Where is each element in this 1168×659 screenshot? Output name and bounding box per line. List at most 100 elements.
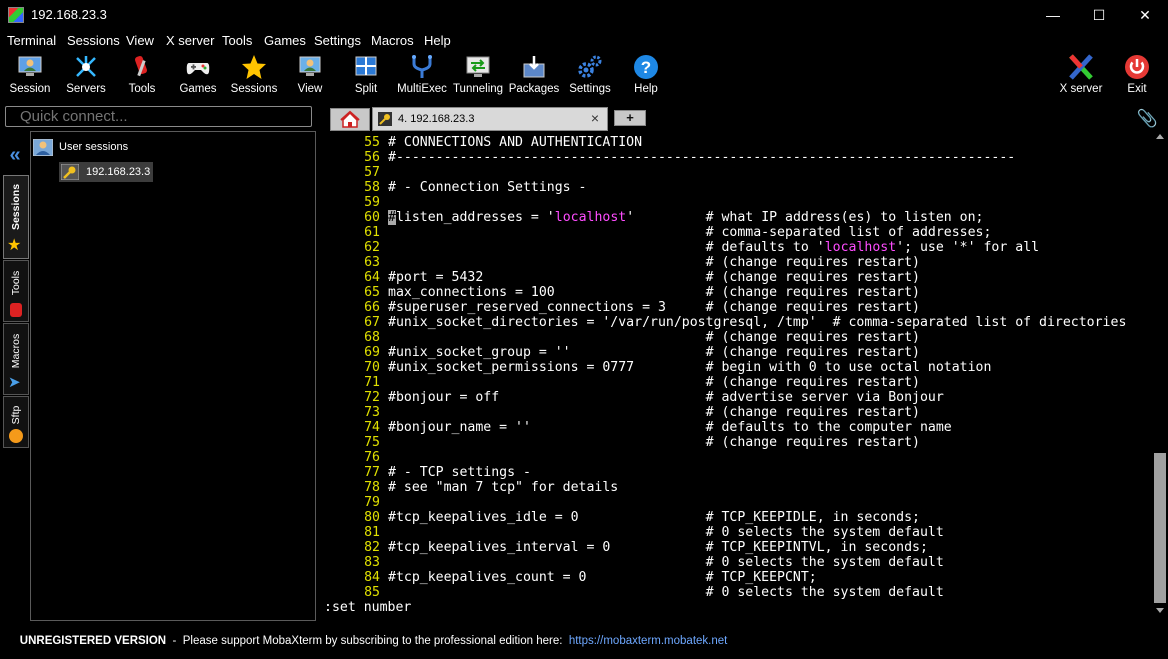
side-tab-tools[interactable]: Tools [3,260,29,322]
new-tab-button[interactable]: + [614,110,646,126]
packages-icon [523,56,545,78]
line-number: 75 [364,435,380,450]
line-text: #tcp_keepalives_interval = 0 # TCP_KEEPI… [388,540,928,555]
tools-icon [135,56,147,77]
text-cursor: # [388,210,396,225]
key-icon [61,164,79,180]
session-icon [18,56,42,76]
title-bar: 192.168.23.3 — ☐ ✕ [0,0,1168,31]
line-text: # 0 selects the system default [388,555,944,570]
side-tab-sftp[interactable]: Sftp [3,396,29,448]
line-text: # - Connection Settings - [388,180,587,195]
line-number: 72 [364,390,380,405]
line-number: 79 [364,495,380,510]
menu-macros[interactable]: Macros [371,33,414,48]
status-bar: UNREGISTERED VERSION - Please support Mo… [0,621,1168,647]
line-number: 55 [364,135,380,150]
quick-connect-box [5,106,312,127]
line-number: 81 [364,525,380,540]
line-text: # (change requires restart) [388,255,920,270]
tools-button[interactable]: Tools [114,51,170,101]
line-text: #bonjour = off # advertise server via Bo… [388,390,944,405]
sessions-button[interactable]: Sessions [226,51,282,101]
line-number: 82 [364,540,380,555]
line-text: #unix_socket_group = '' # (change requir… [388,345,920,360]
line-text: # defaults to 'localhost'; use '*' for a… [388,240,1040,255]
view-button[interactable]: View [282,51,338,101]
session-button[interactable]: Session [2,51,58,101]
line-number: 70 [364,360,380,375]
line-number: 57 [364,165,380,180]
tab-close-icon[interactable]: × [591,110,599,126]
menu-view[interactable]: View [126,33,154,48]
menu-tools[interactable]: Tools [222,33,252,48]
menu-games[interactable]: Games [264,33,306,48]
collapse-sidebar-icon[interactable]: « [4,145,26,165]
quick-connect-input[interactable] [20,108,300,125]
paper-plane-icon: ➤ [8,374,21,391]
gears-icon [578,55,602,78]
terminal-view[interactable]: 55 # CONNECTIONS AND AUTHENTICATION 56 #---… [320,131,1152,621]
key-icon [378,112,392,126]
menu-help[interactable]: Help [424,33,451,48]
games-button[interactable]: Games [170,51,226,101]
menu-terminal[interactable]: Terminal [7,33,56,48]
line-text: #unix_socket_directories = '/var/run/pos… [388,315,1127,330]
line-number: 56 [364,150,380,165]
help-icon: ? [634,55,658,79]
tab-strip: 4. 192.168.23.3 × + 📎 [320,105,1168,131]
line-number: 83 [364,555,380,570]
exit-button[interactable]: Exit [1109,51,1165,101]
menu-bar: Terminal Sessions View X server Tools Ga… [0,31,1168,51]
minimize-button[interactable]: — [1030,0,1076,31]
user-sessions-label: User sessions [59,141,129,153]
line-number: 85 [364,585,380,600]
star-icon: ★ [7,237,22,254]
settings-button[interactable]: Settings [562,51,618,101]
line-number: 68 [364,330,380,345]
session-item-192-168-23-3[interactable]: 192.168.23.3 [59,162,153,182]
mobaxterm-app-icon [8,7,24,23]
line-text: #listen_addresses = 'localhost' # what I… [388,210,984,225]
line-text: #superuser_reserved_connections = 3 # (c… [388,300,920,315]
tab-session-192-168-23-3[interactable]: 4. 192.168.23.3 × [372,107,608,131]
multiexec-button[interactable]: MultiExec [394,51,450,101]
attachment-icon[interactable]: 📎 [1137,109,1158,129]
string-literal: localhost [824,240,897,255]
menu-settings[interactable]: Settings [314,33,361,48]
line-number: 67 [364,315,380,330]
scroll-down-arrow-icon[interactable] [1156,608,1164,613]
scrollbar-thumb[interactable] [1154,453,1166,603]
line-number: 78 [364,480,380,495]
plus-icon: + [626,110,634,125]
line-number: 84 [364,570,380,585]
menu-x-server[interactable]: X server [166,33,214,48]
split-button[interactable]: Split [338,51,394,101]
terminal-scrollbar[interactable] [1152,131,1168,621]
menu-sessions[interactable]: Sessions [67,33,120,48]
line-number: 60 [364,210,380,225]
line-number: 69 [364,345,380,360]
line-text: #tcp_keepalives_count = 0 # TCP_KEEPCNT; [388,570,817,585]
line-number: 73 [364,405,380,420]
line-text: #bonjour_name = '' # defaults to the com… [388,420,952,435]
line-text: #---------------------------------------… [388,150,1016,165]
line-text: # (change requires restart) [388,330,920,345]
side-tab-macros[interactable]: Macros ➤ [3,323,29,395]
x-server-button[interactable]: X server [1053,51,1109,101]
help-button[interactable]: ? Help [618,51,674,101]
line-text: #unix_socket_permissions = 0777 # begin … [388,360,992,375]
packages-button[interactable]: Packages [506,51,562,101]
close-button[interactable]: ✕ [1122,0,1168,31]
line-text: # 0 selects the system default [388,525,944,540]
maximize-button[interactable]: ☐ [1076,0,1122,31]
mobaxterm-link[interactable]: https://mobaxterm.mobatek.net [569,635,728,647]
side-tab-sessions[interactable]: Sessions ★ [3,175,29,259]
home-tab[interactable] [330,108,370,131]
exit-icon [1125,55,1149,79]
xserver-icon [1069,54,1093,80]
servers-button[interactable]: Servers [58,51,114,101]
tunneling-button[interactable]: Tunneling [450,51,506,101]
string-literal: localhost [554,210,627,225]
scroll-up-arrow-icon[interactable] [1156,134,1164,139]
